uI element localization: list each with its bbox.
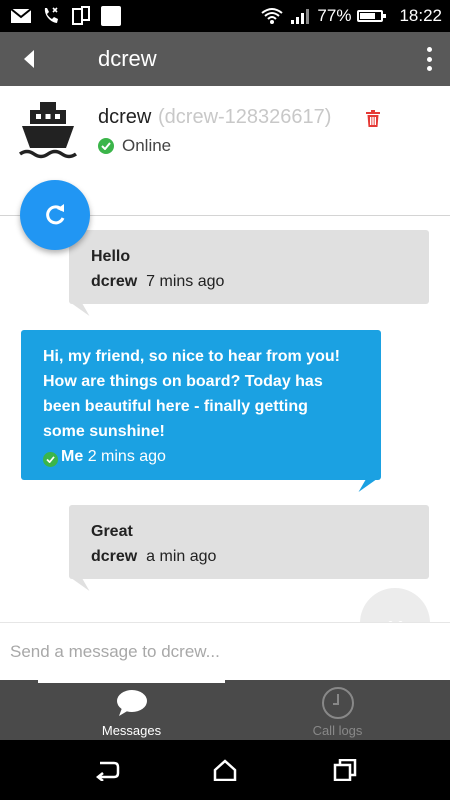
back-arrow-icon	[24, 50, 34, 68]
overflow-dot	[426, 66, 432, 71]
delete-contact-button[interactable]	[366, 110, 384, 130]
bubble-tail	[72, 579, 90, 591]
nav-home-icon	[213, 759, 237, 781]
nav-recents-button[interactable]	[330, 756, 360, 784]
contact-id: (dcrew-128326617)	[158, 106, 332, 128]
battery-icon	[357, 10, 387, 22]
overflow-dot	[426, 56, 432, 62]
refresh-button[interactable]	[20, 180, 90, 250]
page-title: dcrew	[98, 46, 157, 71]
status-bar: 77% 18:22	[0, 0, 450, 32]
nav-home-button[interactable]	[210, 756, 240, 784]
boat-icon	[18, 100, 78, 162]
message-text-line: some sunshine!	[43, 423, 165, 440]
message-bubble-incoming: Hello dcrew 7 mins ago	[69, 230, 429, 304]
nav-back-button[interactable]	[92, 756, 122, 784]
message-time: 2 mins ago	[87, 448, 166, 465]
online-check-icon	[98, 138, 114, 154]
back-button[interactable]	[16, 46, 42, 72]
contact-name: dcrew	[98, 106, 152, 128]
message-meta: dcrew 7 mins ago	[91, 269, 407, 294]
tab-messages[interactable]: Messages	[38, 680, 225, 740]
message-time: 7 mins ago	[146, 273, 225, 290]
presence-label: Online	[122, 136, 172, 155]
blank-notification-icon	[100, 6, 122, 26]
phone-portrait-icon	[70, 6, 92, 26]
message-time: a min ago	[146, 548, 217, 565]
tab-label: Messages	[101, 723, 162, 738]
clock-icon	[321, 686, 355, 720]
refresh-icon	[46, 204, 65, 225]
message-sender: dcrew	[91, 548, 138, 565]
message-text-line: Hi, my friend, so nice to hear from you!	[43, 348, 340, 365]
bubble-tail	[72, 304, 90, 316]
message-composer	[0, 622, 450, 680]
message-text-line: How are things on board? Today has	[43, 373, 323, 390]
system-nav-bar	[0, 740, 450, 800]
nav-recents-icon	[333, 759, 357, 781]
battery-fill	[360, 13, 376, 19]
signal-icon	[289, 6, 311, 26]
delivered-check-icon	[43, 452, 58, 467]
message-sender: dcrew	[91, 273, 138, 290]
message-text: Great	[91, 523, 133, 540]
nav-back-icon	[95, 761, 120, 781]
message-bubble-outgoing: Hi, my friend, so nice to hear from you!…	[21, 330, 381, 480]
clock-time: 18:22	[399, 6, 442, 25]
bubble-tail	[358, 480, 376, 492]
mail-icon	[10, 6, 32, 26]
tab-call-logs[interactable]: Call logs	[225, 680, 450, 740]
overflow-menu-button[interactable]	[424, 47, 434, 71]
message-sender: Me	[61, 448, 84, 465]
message-text-line: been beautiful here - finally getting	[43, 398, 308, 415]
missed-call-icon	[40, 6, 62, 26]
presence-status: Online	[98, 136, 171, 156]
app-bar: dcrew	[0, 32, 450, 86]
overflow-menu-icon	[426, 47, 432, 52]
chat-bubble-icon	[115, 686, 149, 720]
message-input[interactable]	[10, 639, 430, 665]
message-bubble-incoming: Great dcrew a min ago	[69, 505, 429, 579]
message-meta: Me 2 mins ago	[43, 444, 359, 469]
trash-icon	[366, 110, 380, 127]
message-meta: dcrew a min ago	[91, 544, 407, 569]
bottom-tab-bar: Messages Call logs	[0, 680, 450, 740]
battery-percent: 77%	[317, 6, 352, 25]
wifi-icon	[261, 6, 284, 26]
tab-label: Call logs	[312, 723, 363, 738]
message-text: Hello	[91, 248, 131, 265]
